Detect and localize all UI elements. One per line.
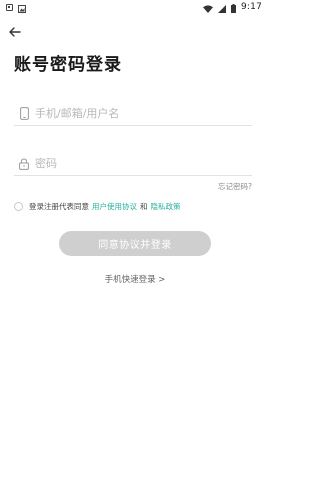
account-field <box>14 102 252 126</box>
lock-icon <box>17 156 31 172</box>
phone-icon <box>17 106 31 122</box>
forgot-password-link[interactable]: 忘记密码? <box>218 181 252 192</box>
password-field <box>14 152 252 176</box>
image-notification-icon <box>18 0 26 17</box>
privacy-policy-link[interactable]: 隐私政策 <box>151 201 181 212</box>
password-input[interactable] <box>35 153 235 174</box>
arrow-left-icon <box>9 22 21 41</box>
wifi-icon <box>202 0 213 17</box>
agree-and-login-button[interactable]: 同意协议并登录 <box>59 231 211 256</box>
status-bar-right: 9:17 <box>202 0 262 17</box>
status-bar: 9:17 <box>0 0 270 14</box>
battery-icon <box>230 0 236 17</box>
agreement-prefix-text: 登录注册代表同意 <box>29 201 89 211</box>
page-title: 账号密码登录 <box>14 55 122 75</box>
back-button[interactable] <box>6 22 24 40</box>
phone-quick-login-link[interactable]: 手机快速登录 > <box>0 273 270 285</box>
status-time: 9:17 <box>240 2 262 12</box>
agreement-row: 登录注册代表同意 用户使用协议 和 隐私政策 <box>14 200 181 212</box>
cellular-signal-icon <box>217 0 226 17</box>
agreement-and-text: 和 <box>140 201 148 211</box>
account-input[interactable] <box>35 103 235 124</box>
status-bar-left <box>6 0 26 17</box>
agreement-checkbox[interactable] <box>14 201 23 211</box>
user-agreement-link[interactable]: 用户使用协议 <box>92 201 137 212</box>
notification-square-icon <box>6 3 13 11</box>
